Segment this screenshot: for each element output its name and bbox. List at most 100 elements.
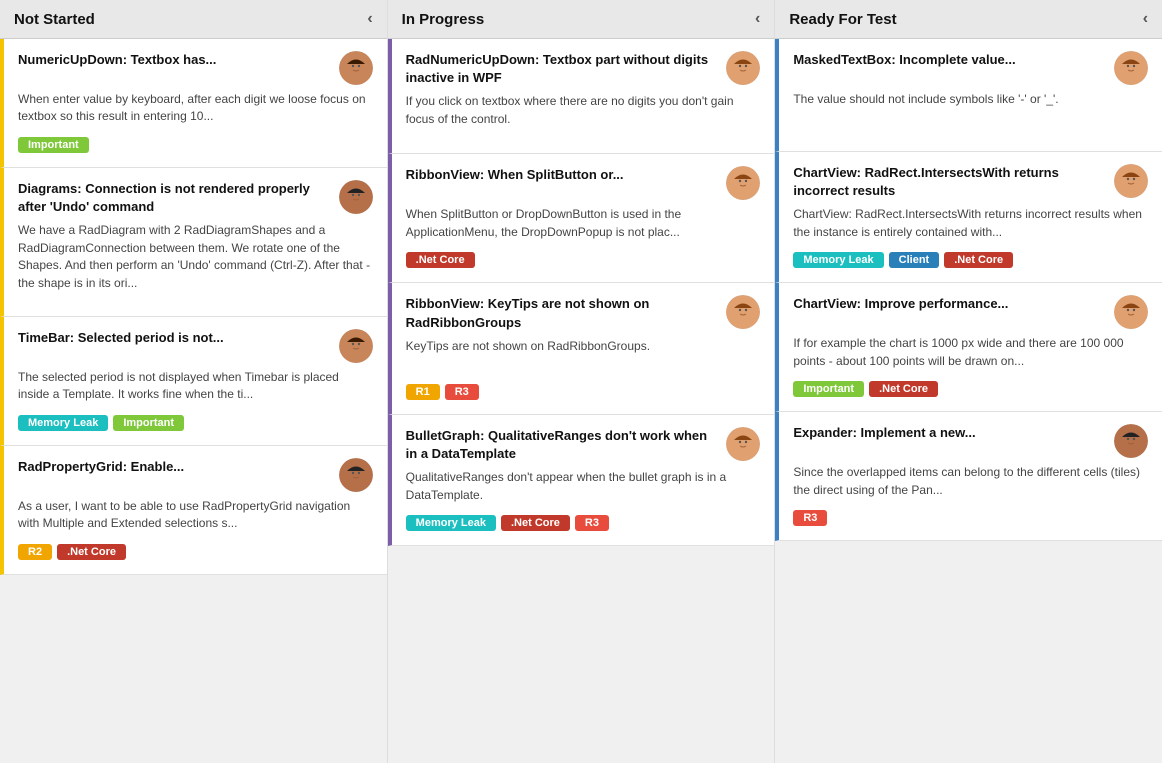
card-top: ChartView: Improve performance...	[793, 295, 1148, 329]
column-collapse-in-progress[interactable]: ‹	[755, 10, 760, 28]
card[interactable]: RibbonView: KeyTips are not shown on Rad…	[388, 283, 775, 414]
card-title: Expander: Implement a new...	[793, 424, 975, 442]
column-collapse-ready-for-test[interactable]: ‹	[1143, 10, 1148, 28]
card-top: RibbonView: When SplitButton or...	[406, 166, 761, 200]
card-description: KeyTips are not shown on RadRibbonGroups…	[406, 338, 761, 374]
kanban-board: Not Started ‹ NumericUpDown: Textbox has..…	[0, 0, 1162, 763]
avatar	[1114, 424, 1148, 458]
card[interactable]: BulletGraph: QualitativeRanges don't wor…	[388, 415, 775, 546]
avatar	[1114, 295, 1148, 329]
card-title: Diagrams: Connection is not rendered pro…	[18, 180, 323, 216]
column-title-in-progress: In Progress	[402, 11, 485, 28]
card-tag[interactable]: Memory Leak	[406, 515, 496, 531]
card-top: TimeBar: Selected period is not...	[18, 329, 373, 363]
card[interactable]: RadNumericUpDown: Textbox part without d…	[388, 39, 775, 154]
card-tag[interactable]: Memory Leak	[793, 252, 883, 268]
card-description: As a user, I want to be able to use RadP…	[18, 498, 373, 534]
card[interactable]: RadPropertyGrid: Enable... As a user, I …	[0, 446, 387, 575]
card-title: MaskedTextBox: Incomplete value...	[793, 51, 1015, 69]
card-top: RibbonView: KeyTips are not shown on Rad…	[406, 295, 761, 331]
column-header-not-started: Not Started ‹	[0, 0, 387, 39]
card-tag[interactable]: .Net Core	[57, 544, 126, 560]
card-tags: Memory Leak .Net Core R3	[406, 515, 761, 531]
avatar	[339, 329, 373, 363]
card-tag[interactable]: Important	[793, 381, 864, 397]
card[interactable]: TimeBar: Selected period is not... The s…	[0, 317, 387, 446]
card-tags: R1 R3	[406, 384, 761, 400]
card-description: If for example the chart is 1000 px wide…	[793, 335, 1148, 371]
card-title: BulletGraph: QualitativeRanges don't wor…	[406, 427, 711, 463]
card-title: ChartView: Improve performance...	[793, 295, 1008, 313]
avatar	[726, 51, 760, 85]
card[interactable]: Expander: Implement a new... Since the o…	[775, 412, 1162, 541]
cards-container-not-started: NumericUpDown: Textbox has... When enter…	[0, 39, 387, 575]
card-tag[interactable]: R1	[406, 384, 440, 400]
avatar	[726, 166, 760, 200]
card-top: ChartView: RadRect.IntersectsWith return…	[793, 164, 1148, 200]
cards-container-in-progress: RadNumericUpDown: Textbox part without d…	[388, 39, 775, 546]
card-top: MaskedTextBox: Incomplete value...	[793, 51, 1148, 85]
card[interactable]: Diagrams: Connection is not rendered pro…	[0, 168, 387, 317]
card-top: NumericUpDown: Textbox has...	[18, 51, 373, 85]
card-tag[interactable]: Client	[889, 252, 940, 268]
card-tag[interactable]: Important	[113, 415, 184, 431]
avatar	[339, 180, 373, 214]
card-description: We have a RadDiagram with 2 RadDiagramSh…	[18, 222, 373, 292]
card-tag[interactable]: .Net Core	[406, 252, 475, 268]
card-top: RadNumericUpDown: Textbox part without d…	[406, 51, 761, 87]
column-title-not-started: Not Started	[14, 11, 95, 28]
column-ready-for-test: Ready For Test ‹ MaskedTextBox: Incomplete…	[775, 0, 1162, 763]
card[interactable]: NumericUpDown: Textbox has... When enter…	[0, 39, 387, 168]
card-title: NumericUpDown: Textbox has...	[18, 51, 216, 69]
card-title: RadNumericUpDown: Textbox part without d…	[406, 51, 711, 87]
card-title: RadPropertyGrid: Enable...	[18, 458, 184, 476]
card-top: Expander: Implement a new...	[793, 424, 1148, 458]
card-tag[interactable]: .Net Core	[869, 381, 938, 397]
avatar	[339, 458, 373, 492]
card-tag[interactable]: Memory Leak	[18, 415, 108, 431]
card-top: RadPropertyGrid: Enable...	[18, 458, 373, 492]
card[interactable]: ChartView: Improve performance... If for…	[775, 283, 1162, 412]
card-description: If you click on textbox where there are …	[406, 93, 761, 129]
avatar	[1114, 51, 1148, 85]
card-tag[interactable]: R2	[18, 544, 52, 560]
card-description: ChartView: RadRect.IntersectsWith return…	[793, 206, 1148, 242]
card-description: When enter value by keyboard, after each…	[18, 91, 373, 127]
card-tag[interactable]: .Net Core	[501, 515, 570, 531]
card-top: Diagrams: Connection is not rendered pro…	[18, 180, 373, 216]
card[interactable]: RibbonView: When SplitButton or... When …	[388, 154, 775, 283]
cards-container-ready-for-test: MaskedTextBox: Incomplete value... The v…	[775, 39, 1162, 541]
card-description: QualitativeRanges don't appear when the …	[406, 469, 761, 505]
column-in-progress: In Progress ‹ RadNumericUpDown: Textbox pa…	[388, 0, 776, 763]
card-tags: Memory Leak Important	[18, 415, 373, 431]
card-title: TimeBar: Selected period is not...	[18, 329, 224, 347]
card-tags: R2 .Net Core	[18, 544, 373, 560]
column-header-ready-for-test: Ready For Test ‹	[775, 0, 1162, 39]
card-tags: Memory Leak Client.Net Core	[793, 252, 1148, 268]
card-title: ChartView: RadRect.IntersectsWith return…	[793, 164, 1098, 200]
card[interactable]: MaskedTextBox: Incomplete value... The v…	[775, 39, 1162, 152]
card-tag[interactable]: R3	[575, 515, 609, 531]
card-description: Since the overlapped items can belong to…	[793, 464, 1148, 500]
avatar	[339, 51, 373, 85]
card-top: BulletGraph: QualitativeRanges don't wor…	[406, 427, 761, 463]
column-title-ready-for-test: Ready For Test	[789, 11, 896, 28]
card-tags: R3	[793, 510, 1148, 526]
column-not-started: Not Started ‹ NumericUpDown: Textbox has..…	[0, 0, 388, 763]
avatar	[726, 427, 760, 461]
card-title: RibbonView: KeyTips are not shown on Rad…	[406, 295, 711, 331]
column-header-in-progress: In Progress ‹	[388, 0, 775, 39]
card-description: The value should not include symbols lik…	[793, 91, 1148, 127]
card[interactable]: ChartView: RadRect.IntersectsWith return…	[775, 152, 1162, 283]
column-collapse-not-started[interactable]: ‹	[367, 10, 372, 28]
card-description: The selected period is not displayed whe…	[18, 369, 373, 405]
card-description: When SplitButton or DropDownButton is us…	[406, 206, 761, 242]
card-tag[interactable]: R3	[445, 384, 479, 400]
card-tags: Important .Net Core	[793, 381, 1148, 397]
card-tag[interactable]: R3	[793, 510, 827, 526]
card-title: RibbonView: When SplitButton or...	[406, 166, 624, 184]
avatar	[726, 295, 760, 329]
card-tags: Important	[18, 137, 373, 153]
card-tag[interactable]: Important	[18, 137, 89, 153]
card-tag[interactable]: .Net Core	[944, 252, 1013, 268]
